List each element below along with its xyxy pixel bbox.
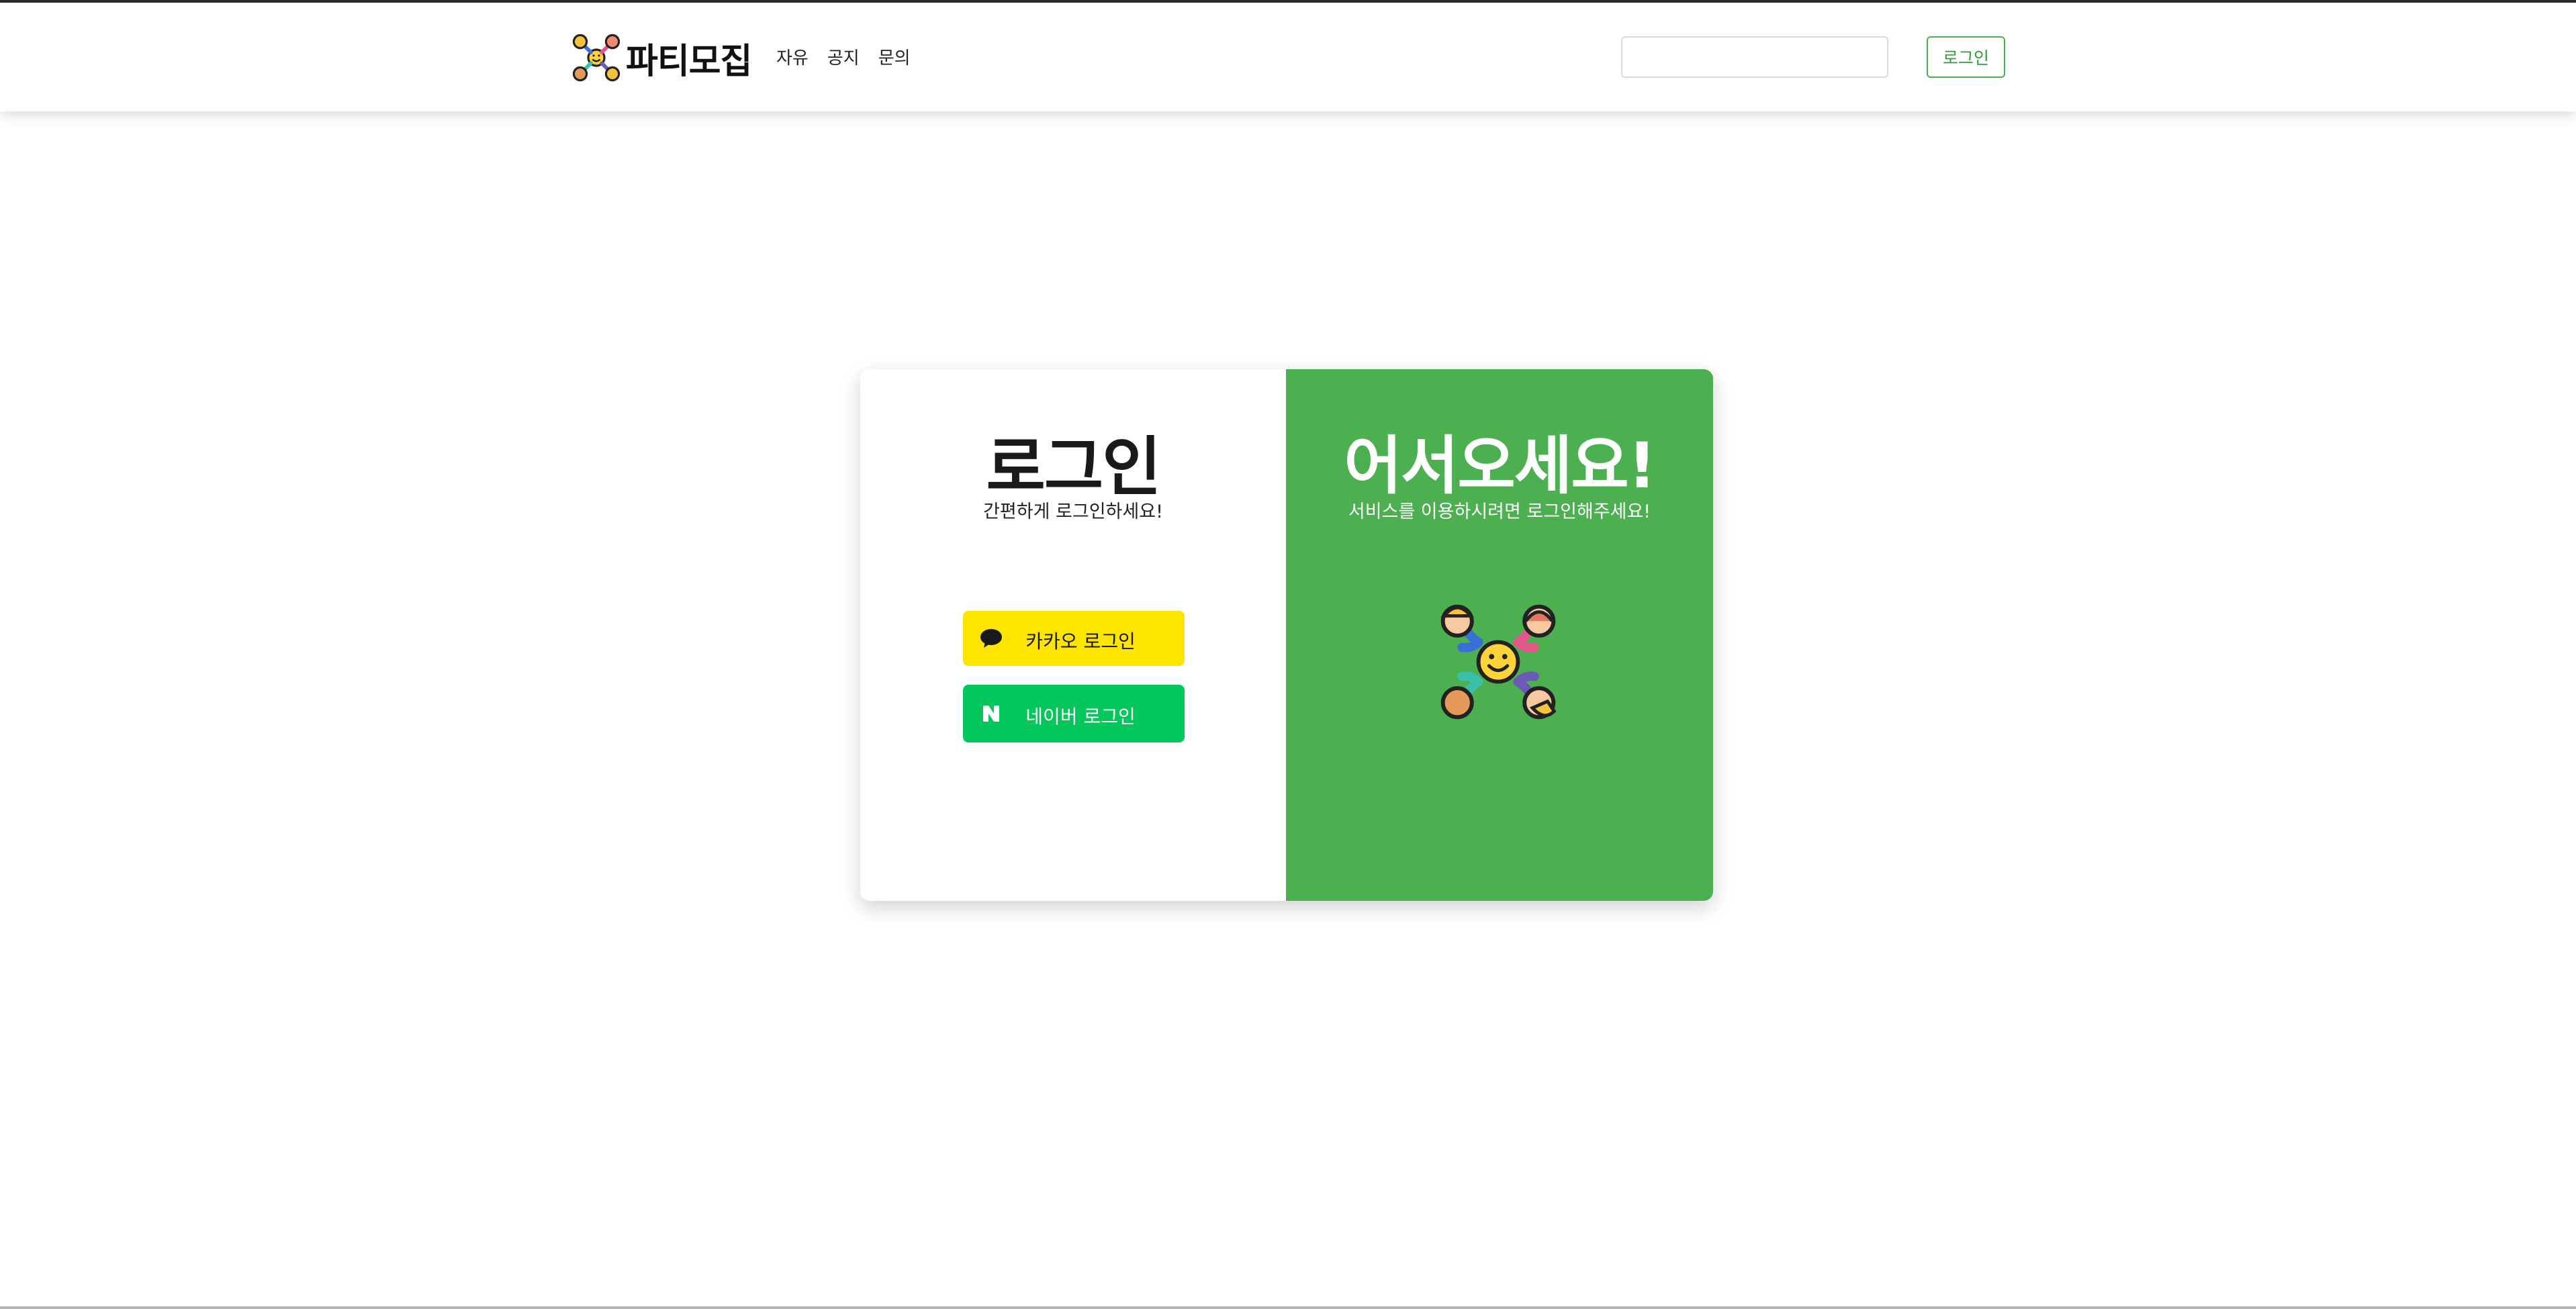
- welcome-title: 어서오세요!: [1344, 430, 1656, 503]
- welcome-panel: 어서오세요! 서비스를 이용하시려면 로그인해주세요!: [1286, 369, 1713, 901]
- search-input[interactable]: [1621, 36, 1888, 78]
- welcome-subtitle: 서비스를 이용하시려면 로그인해주세요!: [1348, 501, 1651, 522]
- login-panel: 로그인 간편하게 로그인하세요! 카카오 로그인 네이버 로그인: [860, 369, 1286, 901]
- nav-login-button[interactable]: 로그인: [1927, 36, 2005, 78]
- nav-links: 자유 공지 문의: [776, 44, 911, 69]
- nav-link-notice[interactable]: 공지: [827, 44, 860, 69]
- kakao-login-button[interactable]: 카카오 로그인: [963, 611, 1185, 666]
- nav-link-free[interactable]: 자유: [776, 44, 809, 69]
- login-card: 로그인 간편하게 로그인하세요! 카카오 로그인 네이버 로그인 어서오세요! …: [860, 369, 1713, 901]
- party-logo-icon: [572, 34, 620, 82]
- kakao-login-label: 카카오 로그인: [1025, 630, 1136, 652]
- navbar: 파티모집 자유 공지 문의 로그인: [0, 3, 2576, 111]
- brand-name: 파티모집: [626, 41, 752, 82]
- brand[interactable]: 파티모집: [569, 30, 752, 86]
- nav-link-inquiry[interactable]: 문의: [878, 44, 911, 69]
- party-people-icon: [1440, 604, 1557, 720]
- login-subtitle: 간편하게 로그인하세요!: [983, 501, 1163, 522]
- naver-login-button[interactable]: 네이버 로그인: [963, 685, 1185, 742]
- naver-login-label: 네이버 로그인: [1025, 706, 1136, 728]
- bottom-border: [0, 1306, 2576, 1309]
- login-title: 로그인: [986, 430, 1162, 505]
